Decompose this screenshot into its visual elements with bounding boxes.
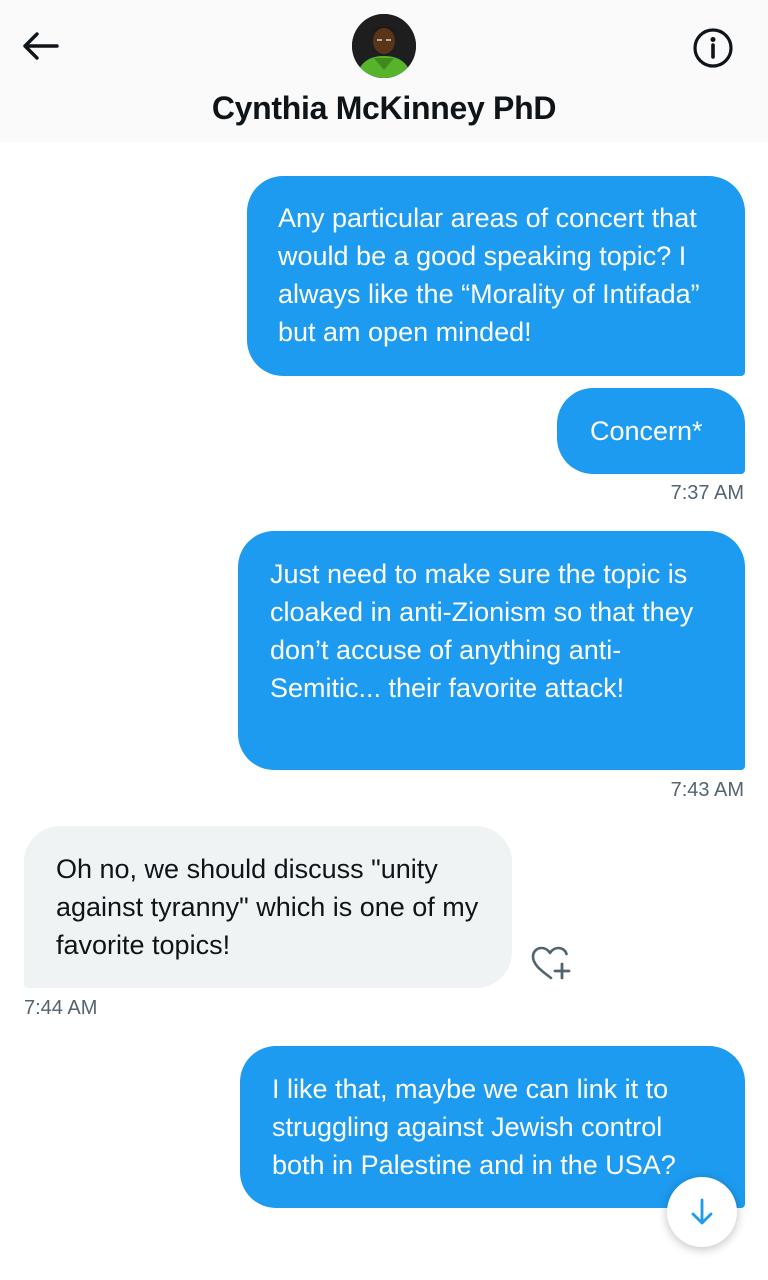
message-timestamp: 7:37 AM — [670, 482, 744, 504]
message-bubble-sent[interactable]: Just need to make sure the topic is cloa… — [238, 531, 745, 770]
message-timestamp: 7:44 AM — [24, 997, 98, 1019]
conversation-title: Cynthia McKinney PhD — [211, 90, 557, 126]
message-bubble-received[interactable]: Oh no, we should discuss "unity against … — [24, 826, 512, 988]
arrow-left-icon — [23, 32, 59, 60]
heart-plus-icon — [531, 946, 571, 980]
message-timestamp: 7:43 AM — [670, 779, 744, 801]
message-bubble-sent[interactable]: Any particular areas of concert that wou… — [247, 176, 745, 376]
avatar-image — [352, 14, 416, 78]
info-button[interactable] — [690, 25, 736, 71]
avatar[interactable] — [352, 14, 416, 78]
conversation-header: Cynthia McKinney PhD — [0, 0, 768, 142]
message-bubble-sent[interactable]: Concern* — [557, 388, 745, 474]
message-bubble-sent[interactable]: I like that, maybe we can link it to str… — [240, 1046, 745, 1208]
scroll-to-bottom-button[interactable] — [667, 1177, 737, 1247]
arrow-down-icon — [691, 1198, 713, 1225]
back-button[interactable] — [20, 26, 60, 66]
info-circle-icon — [693, 28, 733, 68]
add-reaction-button[interactable] — [528, 944, 574, 984]
